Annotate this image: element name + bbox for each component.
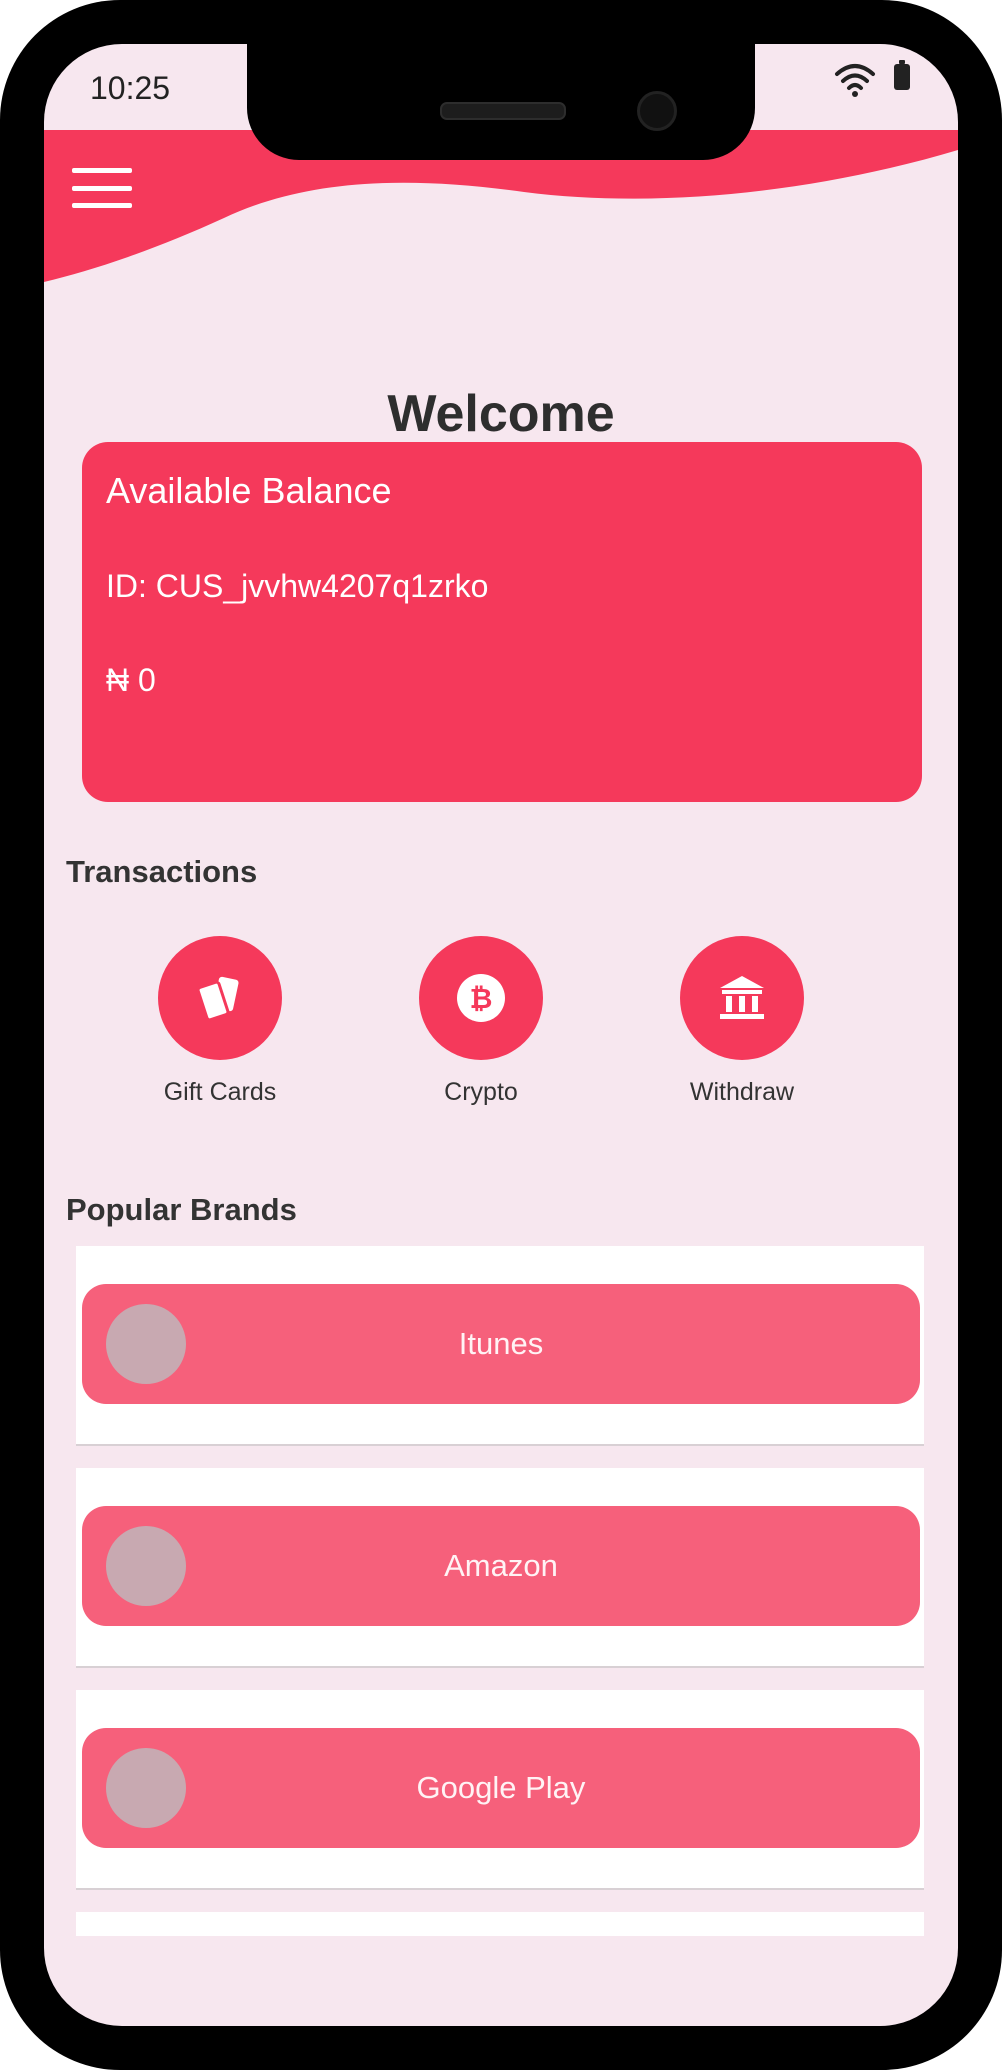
withdraw-button[interactable]: Withdraw <box>632 936 852 1107</box>
popular-brands-title: Popular Brands <box>66 1192 297 1227</box>
balance-amount: ₦ 0 <box>106 662 156 698</box>
brand-card-partial <box>76 1912 924 1936</box>
menu-bar <box>72 203 132 208</box>
brand-button-google-play[interactable]: Google Play <box>82 1728 920 1848</box>
notch <box>247 44 755 160</box>
crypto-label: Crypto <box>444 1078 518 1106</box>
withdraw-circle <box>680 936 804 1060</box>
gift-cards-button[interactable]: Gift Cards <box>110 936 330 1107</box>
gift-cards-icon <box>196 976 239 1022</box>
brand-button-itunes[interactable]: Itunes <box>82 1284 920 1404</box>
status-time: 10:25 <box>90 70 171 106</box>
bank-icon <box>720 976 764 1019</box>
brand-label: Google Play <box>416 1770 586 1805</box>
crypto-button[interactable]: ₿ Crypto <box>371 936 591 1107</box>
svg-text:₿: ₿ <box>470 982 493 1015</box>
withdraw-label: Withdraw <box>689 1078 795 1106</box>
balance-card: Available Balance ID: CUS_jvvhw4207q1zrk… <box>82 442 922 802</box>
page-title: Welcome <box>387 385 615 443</box>
status-bar: 10:25 <box>44 44 958 160</box>
brand-label: Amazon <box>444 1548 558 1583</box>
brand-card: Amazon <box>76 1468 924 1668</box>
menu-bar <box>72 185 132 191</box>
balance-title: Available Balance <box>106 470 392 511</box>
gift-cards-circle <box>158 936 282 1060</box>
gift-cards-label: Gift Cards <box>163 1078 277 1106</box>
customer-id: ID: CUS_jvvhw4207q1zrko <box>106 568 489 604</box>
speaker-grille <box>440 102 566 120</box>
menu-bar <box>72 168 132 173</box>
header-wave <box>44 130 958 282</box>
front-camera <box>637 91 677 131</box>
crypto-circle: ₿ <box>419 936 543 1060</box>
wifi-icon <box>835 64 875 97</box>
app-screen: 10:25 Welcome Available Balance ID: CUS_… <box>44 44 958 2026</box>
battery-icon <box>894 60 910 90</box>
brand-label: Itunes <box>458 1326 544 1361</box>
brand-button-amazon[interactable]: Amazon <box>82 1506 920 1626</box>
menu-button[interactable] <box>72 160 132 216</box>
brand-card: Google Play <box>76 1690 924 1890</box>
bitcoin-icon: ₿ <box>457 974 505 1022</box>
brand-card: Itunes <box>76 1246 924 1446</box>
transactions-title: Transactions <box>66 854 258 889</box>
